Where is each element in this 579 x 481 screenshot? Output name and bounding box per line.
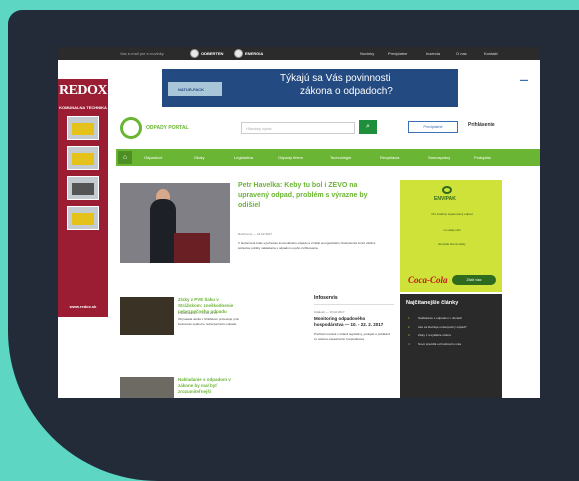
left-ad-website: www.redox.sk <box>69 304 97 309</box>
right-ad-line-2: vo vašej obci <box>443 228 461 232</box>
search-input[interactable]: Hľadaný výraz <box>241 122 355 134</box>
website-screenshot: Vas e-mail pre e-novinky ODBERTEN ENERGI… <box>58 47 540 398</box>
nav-item-7[interactable]: Samosprávy <box>428 155 450 160</box>
hero-text: V budúcnosti bude využívanie komunálneho… <box>238 241 376 250</box>
infoservis-heading: Infoservis <box>314 295 394 305</box>
right-ad-line-3: Envipak zberá obaly <box>438 242 466 246</box>
home-icon[interactable]: ⌂ <box>118 151 132 164</box>
news-text: Obyvatelia okolia v Strážskom protestujú… <box>178 317 239 326</box>
infoservis-text: Prehľad noviniek v oblasti legislatívy, … <box>314 332 391 341</box>
infoservis-title[interactable]: Monitoring odpadového hospodárstva — 10.… <box>314 316 394 328</box>
hero-image[interactable] <box>120 183 230 263</box>
right-ad[interactable]: ENVIPAK Pre kvalitný separovaný odpad vo… <box>400 180 502 292</box>
nav-item-3[interactable]: Legislatíva <box>234 155 253 160</box>
badge-2[interactable]: ENERGIA <box>234 49 263 58</box>
hero-title[interactable]: Petr Havelka: Keby tu bol i ZEVO na upra… <box>238 181 388 211</box>
banner-brand: NATUR-PACK <box>168 82 222 96</box>
nav-item-4[interactable]: Odpady firiem <box>278 155 303 160</box>
machine-image-3 <box>67 176 99 200</box>
machine-image-1 <box>67 116 99 140</box>
topnav-1[interactable]: Novinky <box>360 51 374 56</box>
left-ad-tagline: KOMUNALNA TECHNIKA <box>59 105 107 110</box>
site-name: ODPADY PORTAL <box>146 125 189 131</box>
recycle-icon <box>442 186 452 194</box>
infoservis-date: Udalosti — 15.02.2017 <box>314 310 345 314</box>
badge-1[interactable]: ODBERTEN <box>190 49 223 58</box>
nav-item-5[interactable]: Technológie <box>330 155 351 160</box>
news-image <box>120 377 174 398</box>
badge-2-icon <box>234 49 243 58</box>
banner-line-1: Týkajú sa Vás povinnosti <box>280 73 391 84</box>
right-ad-cta[interactable]: Zistiť viac <box>452 275 496 285</box>
popular-item[interactable]: 1 Nakladanie s odpadom v obciach <box>400 316 502 321</box>
machine-image-4 <box>67 206 99 230</box>
top-bar: Vas e-mail pre e-novinky ODBERTEN ENERGI… <box>58 47 540 60</box>
site-logo[interactable]: ODPADY PORTAL <box>120 117 189 139</box>
topnav-3[interactable]: Inzercia <box>426 51 440 56</box>
coca-cola-logo: Coca-Cola <box>408 275 448 285</box>
top-banner[interactable]: NATUR-PACK Týkajú sa Vás povinnosti záko… <box>162 69 458 107</box>
subscribe-button[interactable]: Predplatné <box>408 121 458 133</box>
main-nav: ⌂ Odpadové Obaly Legislatíva Odpady firi… <box>116 149 540 166</box>
left-ad[interactable]: REDOX KOMUNALNA TECHNIKA www.redox.sk <box>58 79 108 317</box>
redox-logo: REDOX <box>58 83 108 98</box>
popular-box: Najčítanejšie články 1 Nakladanie s odpad… <box>400 294 502 398</box>
news-title[interactable]: Nakladanie s odpadom v zákone by mal byť… <box>178 377 242 395</box>
topnav-2[interactable]: Predplatne <box>388 51 407 56</box>
topnav-5[interactable]: Kontakt <box>484 51 498 56</box>
right-logo[interactable]: ▬▬ <box>520 77 540 89</box>
news-meta: Zneškodnenie — 14.02.2017 <box>178 311 217 315</box>
popular-item[interactable]: 2 Ako sa likviduje nebezpečný odpad? <box>400 325 502 330</box>
logo-ring-icon <box>120 117 142 139</box>
login-link[interactable]: Prihlásenie <box>468 122 495 128</box>
topnav-4[interactable]: O nas <box>456 51 467 56</box>
promo-text: Vas e-mail pre e-novinky <box>120 51 164 56</box>
nav-item-6[interactable]: Recyklácia <box>380 155 399 160</box>
nav-item-2[interactable]: Obaly <box>194 155 204 160</box>
popular-item[interactable]: 3 Zisky z recyklácie obalov <box>400 333 502 338</box>
right-ad-line-1: Pre kvalitný separovaný odpad <box>431 212 473 216</box>
nav-item-1[interactable]: Odpadové <box>144 155 162 160</box>
machine-image-2 <box>67 146 99 170</box>
search-icon: ⌕ <box>366 123 370 130</box>
news-image <box>120 297 174 335</box>
popular-item[interactable]: 4 Nové pravidlá od budúceho roka <box>400 342 502 347</box>
hero-meta: Rozhovory — 16.02.2017 <box>238 232 273 236</box>
nav-item-8[interactable]: Podujatia <box>474 155 491 160</box>
badge-1-icon <box>190 49 199 58</box>
right-ad-brand: ENVIPAK <box>434 196 456 202</box>
popular-heading: Najčítanejšie články <box>406 300 459 306</box>
search-button[interactable]: ⌕ <box>359 120 377 134</box>
banner-line-2: zákona o odpadoch? <box>300 86 393 97</box>
infoservis-section: Infoservis Udalosti — 15.02.2017 Monitor… <box>314 295 394 341</box>
